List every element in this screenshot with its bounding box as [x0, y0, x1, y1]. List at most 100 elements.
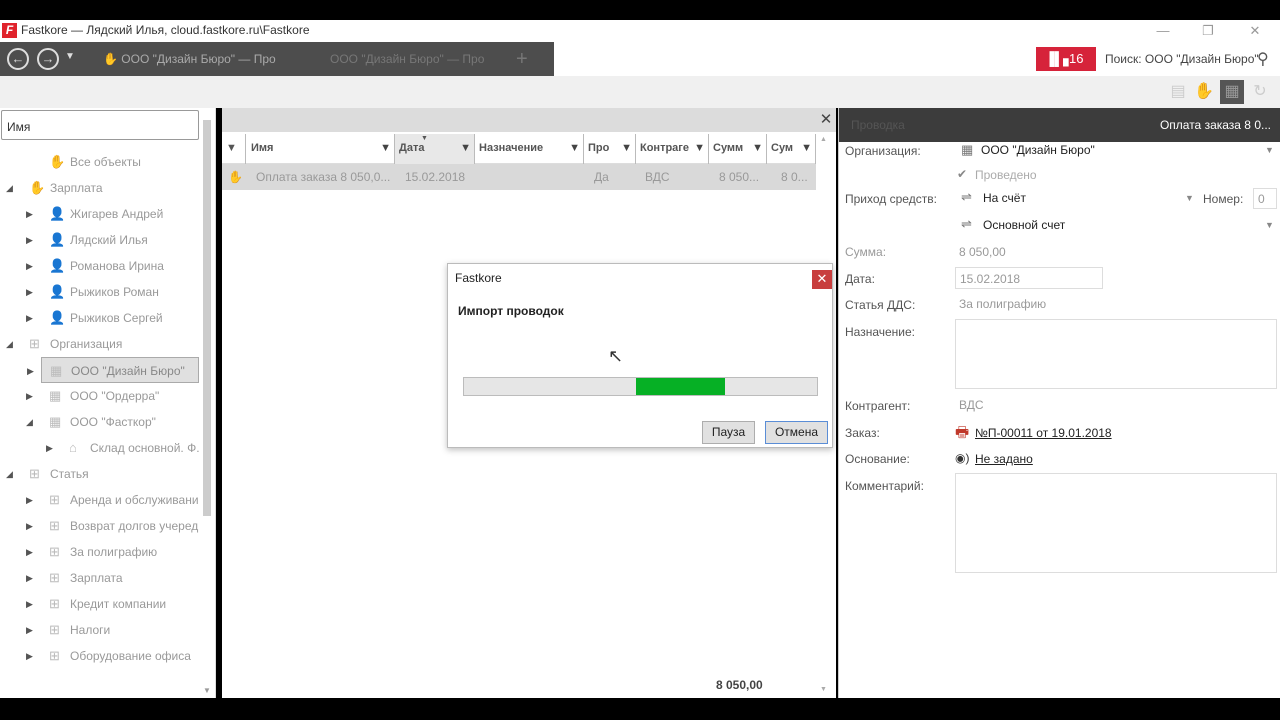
column-posted-header[interactable]: Про ▼ — [584, 134, 636, 164]
filter-icon[interactable]: ▼ — [694, 134, 705, 162]
notifications-button[interactable]: ▐▌▖ 16 — [1036, 47, 1096, 71]
comment-textarea[interactable] — [955, 473, 1277, 573]
tree-item[interactable]: ▶ ⊞ Аренда и обслуживани — [0, 487, 200, 513]
expand-arrow-icon[interactable]: ▶ — [26, 383, 33, 409]
filter-icon[interactable]: ▼ — [621, 134, 632, 162]
tree-item[interactable]: ▶ ⊞ Кредит компании — [0, 591, 200, 617]
expand-arrow-icon[interactable]: ▶ — [26, 201, 33, 227]
calendar-icon[interactable]: ▤ — [1166, 80, 1190, 104]
tree-item-label: Оборудование офиса — [70, 649, 191, 663]
sum-input[interactable]: 8 050,00 — [955, 241, 1277, 263]
expand-arrow-icon[interactable]: ▶ — [27, 358, 34, 384]
purpose-textarea[interactable] — [955, 319, 1277, 389]
date-input[interactable]: 15.02.2018 — [955, 267, 1103, 289]
back-arrow-icon[interactable]: ← — [7, 48, 29, 70]
expand-arrow-icon[interactable]: ▶ — [26, 565, 33, 591]
tree-item[interactable]: ◢ ▦ ООО "Фасткор" — [0, 409, 200, 435]
table-row[interactable]: ✋ Оплата заказа 8 050,0... 15.02.2018 Да… — [222, 164, 816, 190]
collapse-arrow-icon[interactable]: ◢ — [6, 175, 13, 201]
expand-arrow-icon[interactable]: ▶ — [26, 253, 33, 279]
expand-arrow-icon[interactable]: ▶ — [26, 513, 33, 539]
tree-scrollbar[interactable] — [203, 120, 211, 516]
expand-arrow-icon[interactable]: ▶ — [26, 591, 33, 617]
organization-select[interactable]: ▦ ООО "Дизайн Бюро" ▼ — [955, 138, 1277, 162]
tree-item[interactable]: ◢ ⊞ Статья — [0, 461, 200, 487]
expand-arrow-icon[interactable]: ▶ — [26, 617, 33, 643]
tab-design-bureau-2[interactable]: ООО "Дизайн Бюро" — Про — [330, 42, 490, 76]
expand-arrow-icon[interactable]: ▶ — [26, 539, 33, 565]
tree-item[interactable]: ▶ 👤 Жигарев Андрей — [0, 201, 200, 227]
filter-icon[interactable]: ▼ — [752, 134, 763, 162]
tree-item[interactable]: ▶ 👤 Рыжиков Роман — [0, 279, 200, 305]
grid-icon: ⊞ — [49, 544, 60, 559]
scroll-down-icon[interactable]: ▼ — [203, 686, 211, 695]
expand-arrow-icon[interactable]: ▶ — [26, 227, 33, 253]
add-tab-button[interactable]: + — [516, 42, 536, 76]
tree-item[interactable]: ▶ ▦ ООО "Ордерра" — [0, 383, 200, 409]
filter-icon[interactable]: ▼ — [380, 134, 391, 162]
number-input[interactable]: 0 — [1253, 188, 1277, 209]
tree-item[interactable]: ▶ ⊞ Возврат долгов учеред — [0, 513, 200, 539]
order-link[interactable]: №П-00011 от 19.01.2018 — [975, 426, 1112, 440]
refresh-icon[interactable]: ↻ — [1248, 80, 1272, 104]
column-date-header[interactable]: Дата ▼ ▼ — [395, 134, 475, 164]
tree-item[interactable]: ▶ 👤 Рыжиков Сергей — [0, 305, 200, 331]
dds-input[interactable]: За полиграфию — [955, 293, 1277, 315]
account-select[interactable]: ⇌ Основной счет ▼ — [955, 213, 1277, 237]
tree-item[interactable]: ◢ ⊞ Организация — [0, 331, 200, 357]
filter-icon[interactable]: ▼ — [569, 134, 580, 162]
tree-item[interactable]: ▶ ▦ ООО "Дизайн Бюро" — [27, 357, 199, 383]
cancel-button[interactable]: Отмена — [765, 421, 828, 444]
expand-arrow-icon[interactable]: ▶ — [26, 487, 33, 513]
collapse-arrow-icon[interactable]: ◢ — [26, 409, 33, 435]
global-search-input[interactable]: Поиск: ООО "Дизайн Бюро" — [1100, 47, 1278, 71]
column-name-header[interactable]: Имя ▼ — [247, 134, 395, 164]
restore-icon[interactable]: ❐ — [1193, 22, 1223, 40]
collapse-arrow-icon[interactable]: ◢ — [6, 331, 13, 357]
transfer-icon: ⇌ — [961, 216, 972, 231]
column-sum2-header[interactable]: Сум ▼ — [767, 134, 816, 164]
tree-item[interactable]: ▶ ⊞ За полиграфию — [0, 539, 200, 565]
hand-money-icon[interactable]: ✋ — [1192, 80, 1216, 104]
forward-arrow-icon[interactable]: → — [37, 48, 59, 70]
tree-item[interactable]: ▶ 👤 Романова Ирина — [0, 253, 200, 279]
tree-item[interactable]: ▶ ⊞ Налоги — [0, 617, 200, 643]
tree-item[interactable]: ◢ ✋ Зарплата — [0, 175, 200, 201]
filter-icon[interactable]: ▼ — [801, 134, 812, 162]
tab-design-bureau-1[interactable]: ✋ ООО "Дизайн Бюро" — Про — [103, 42, 293, 76]
expand-arrow-icon[interactable]: ▶ — [26, 643, 33, 669]
minimize-icon[interactable]: — — [1148, 22, 1178, 40]
search-icon[interactable]: ⚲ — [1257, 49, 1269, 69]
tree-item-label: Романова Ирина — [70, 259, 164, 273]
basis-link[interactable]: Не задано — [975, 452, 1033, 466]
tree-search-input[interactable]: Имя — [1, 110, 199, 140]
collapse-arrow-icon[interactable]: ◢ — [6, 461, 13, 487]
tree-item[interactable]: ▶ 👤 Лядский Илья — [0, 227, 200, 253]
close-grid-icon[interactable]: ✕ — [819, 110, 833, 128]
posted-checkbox[interactable]: ✔ — [957, 167, 971, 181]
grid-group-bar — [222, 108, 836, 132]
column-purpose-header[interactable]: Назначение ▼ — [475, 134, 584, 164]
pause-button[interactable]: Пауза — [702, 421, 755, 444]
report-icon[interactable]: ▦ — [1220, 80, 1244, 104]
tree-item[interactable]: ▶ ⊞ Зарплата — [0, 565, 200, 591]
filter-all-icon[interactable]: ▼ — [222, 134, 246, 164]
tree-item[interactable]: ▶ ⊞ Оборудование офиса — [0, 643, 200, 669]
close-window-icon[interactable]: ✕ — [1240, 22, 1270, 40]
dialog-close-icon[interactable]: ✕ — [812, 270, 832, 289]
counterparty-input[interactable]: ВДС — [955, 394, 1277, 416]
tree-item[interactable]: ✋ Все объекты — [0, 149, 200, 175]
income-select[interactable]: ⇌ На счёт ▼ — [955, 186, 1193, 210]
filter-icon[interactable]: ▼ — [460, 134, 471, 162]
expand-arrow-icon[interactable]: ▶ — [26, 305, 33, 331]
tree-item-label: Аренда и обслуживани — [70, 493, 199, 507]
history-dropdown-icon[interactable]: ▼ — [65, 51, 75, 62]
expand-arrow-icon[interactable]: ▶ — [46, 435, 53, 461]
column-counterparty-header[interactable]: Контраге ▼ — [636, 134, 709, 164]
tree-item[interactable]: ▶ ⌂ Склад основной. Ф. — [0, 435, 200, 461]
expand-arrow-icon[interactable]: ▶ — [26, 279, 33, 305]
column-sum1-header[interactable]: Сумм ▼ — [709, 134, 767, 164]
scroll-down-icon[interactable]: ▼ — [820, 686, 827, 693]
tree-item-label: Кредит компании — [70, 597, 167, 611]
scroll-up-icon[interactable]: ▲ — [820, 136, 827, 143]
